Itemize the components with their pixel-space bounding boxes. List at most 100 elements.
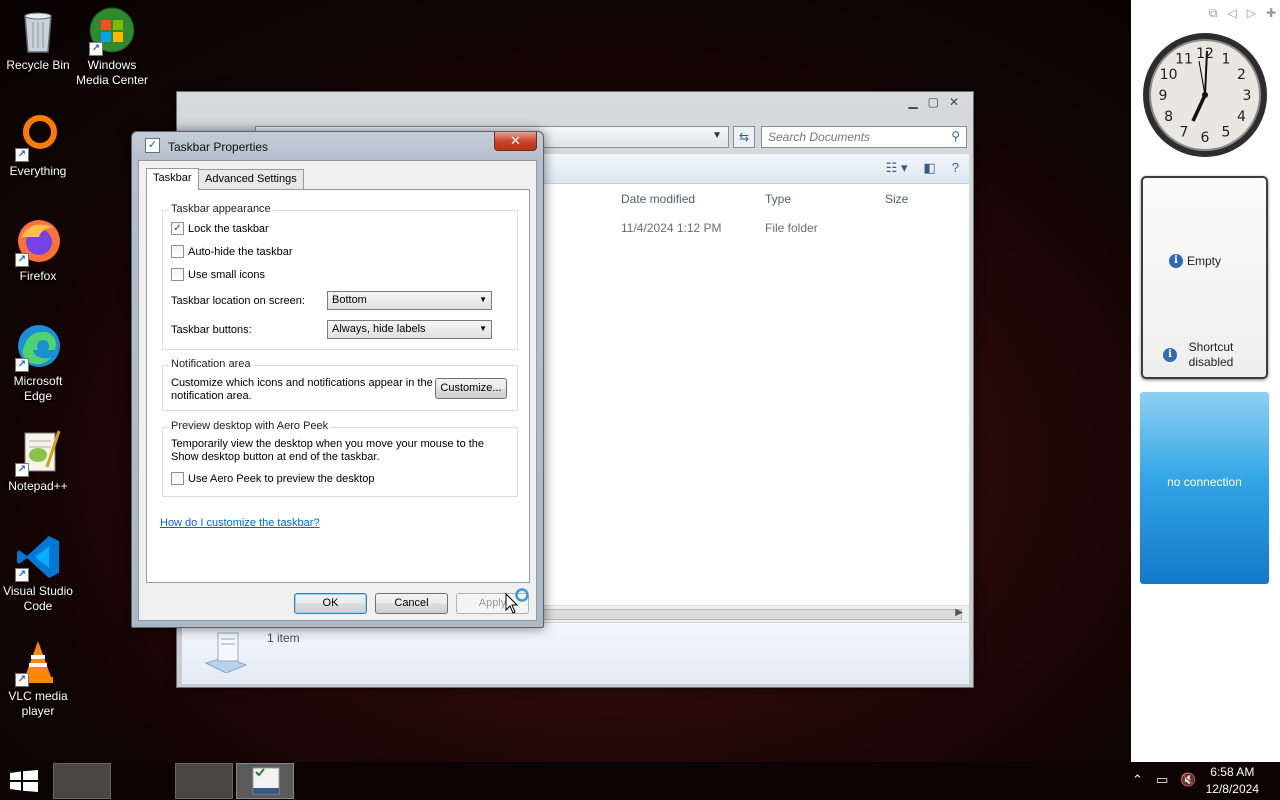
chevron-down-icon[interactable]: ▼ xyxy=(712,130,722,141)
desktop-icon-recycle-bin[interactable]: Recycle Bin xyxy=(0,6,76,73)
column-header-type[interactable]: Type xyxy=(765,192,791,206)
clock-numeral: 2 xyxy=(1237,67,1246,83)
clock-area[interactable]: 6:58 AM 12/8/2024 xyxy=(1206,764,1259,798)
gadgets-sidebar: ⧉ ◁ ▷ ✚ 12 1 2 3 4 5 6 7 8 9 10 11 i Empty i Shortc… xyxy=(1131,0,1280,762)
vscode-icon: ↗ xyxy=(13,532,63,582)
documents-library-icon xyxy=(202,629,248,674)
tab-taskbar[interactable]: Taskbar xyxy=(146,168,199,190)
search-icon[interactable]: ⚲ xyxy=(951,129,960,143)
group-legend: Notification area xyxy=(169,358,253,370)
desktop-icon-label: Everything xyxy=(9,164,67,178)
tab-advanced-settings[interactable]: Advanced Settings xyxy=(198,169,304,189)
close-icon[interactable]: ✕ xyxy=(949,95,959,109)
taskbar-button-2[interactable] xyxy=(175,763,233,799)
chevron-down-icon: ▼ xyxy=(479,295,487,304)
select-value: Bottom xyxy=(332,294,367,306)
search-input[interactable]: Search Documents ⚲ xyxy=(761,126,967,148)
next-gadget-icon[interactable]: ▷ xyxy=(1247,6,1256,21)
start-button[interactable] xyxy=(10,770,38,792)
shortcut-arrow-icon: ↗ xyxy=(89,42,103,56)
tray-time: 6:58 AM xyxy=(1210,765,1255,779)
clock-face-icon: 12 12 3 45678 9 1011 xyxy=(1143,33,1267,157)
checkbox-label: Lock the taskbar xyxy=(188,222,269,235)
checkbox-unchecked-icon[interactable] xyxy=(171,472,184,485)
scroll-right-icon[interactable]: ▶ xyxy=(955,607,963,618)
taskbar-properties-icon: ✓ xyxy=(145,138,160,153)
preview-pane-icon[interactable]: ◧ xyxy=(923,160,935,176)
shortcut-message: i Shortcut disabled xyxy=(1163,340,1241,370)
taskbar-appearance-group: Taskbar appearance ✓ Lock the taskbar Au… xyxy=(162,203,518,350)
shortcut-arrow-icon: ↗ xyxy=(15,358,29,372)
aero-peek-checkbox[interactable]: Use Aero Peek to preview the desktop xyxy=(171,472,375,485)
checkbox-label: Use Aero Peek to preview the desktop xyxy=(188,472,375,485)
desktop-icon-windows-media-center[interactable]: ↗ Windows Media Center xyxy=(74,6,150,88)
clock-numeral: 11 xyxy=(1175,52,1193,68)
column-header-size[interactable]: Size xyxy=(885,192,908,206)
clock-gadget[interactable]: 12 1 2 3 4 5 6 7 8 9 10 11 xyxy=(1141,31,1269,159)
clock-numeral: 7 xyxy=(1180,124,1189,140)
checkbox-unchecked-icon[interactable] xyxy=(171,268,184,281)
refresh-icon[interactable]: ⇆ xyxy=(733,126,755,148)
explorer-caption-buttons: ▁ ▢ ✕ xyxy=(908,95,959,109)
notepadpp-icon: ↗ xyxy=(13,427,63,477)
scrollbar-thumb[interactable] xyxy=(542,609,962,620)
cell-type[interactable]: File folder xyxy=(765,221,818,235)
recycle-bin-icon xyxy=(13,6,63,56)
maximize-icon[interactable]: ▢ xyxy=(928,95,939,109)
volume-muted-icon[interactable]: 🔇 xyxy=(1180,772,1196,788)
gadget-controls: ⧉ ◁ ▷ ✚ xyxy=(1209,6,1276,21)
checkbox-checked-icon[interactable]: ✓ xyxy=(171,222,184,235)
checkbox-unchecked-icon[interactable] xyxy=(171,245,184,258)
taskbar-button-properties[interactable] xyxy=(236,763,294,799)
column-header-date-modified[interactable]: Date modified xyxy=(621,192,695,206)
taskbar-properties-dialog[interactable]: ✓ Taskbar Properties ✕ Taskbar Advanced … xyxy=(131,131,544,628)
cancel-button[interactable]: Cancel xyxy=(375,593,448,614)
small-icons-checkbox[interactable]: Use small icons xyxy=(171,268,265,281)
cell-date-modified[interactable]: 11/4/2024 1:12 PM xyxy=(621,221,722,235)
chevron-up-icon[interactable]: ⌃ xyxy=(1132,772,1143,788)
weather-gadget[interactable]: no connection xyxy=(1140,392,1269,584)
ok-button[interactable]: OK xyxy=(294,593,367,614)
taskbar-button-1[interactable] xyxy=(53,763,111,799)
auto-hide-checkbox[interactable]: Auto-hide the taskbar xyxy=(171,245,293,258)
desktop-icon-microsoft-edge[interactable]: ↗ Microsoft Edge xyxy=(0,322,76,404)
shortcut-arrow-icon: ↗ xyxy=(15,568,29,582)
empty-text: Empty xyxy=(1187,254,1222,268)
clock-numeral: 5 xyxy=(1222,124,1231,140)
network-icon[interactable]: ▭ xyxy=(1156,772,1168,788)
slideshow-gadget[interactable]: i Empty i Shortcut disabled xyxy=(1141,176,1268,379)
minimize-icon[interactable]: ▁ xyxy=(908,95,917,109)
desktop-icon-label: Recycle Bin xyxy=(6,58,70,72)
clock-numeral: 1 xyxy=(1222,52,1231,68)
desktop-icon-firefox[interactable]: ↗ Firefox xyxy=(0,217,76,284)
desktop-icon-vscode[interactable]: ↗ Visual Studio Code xyxy=(0,532,76,614)
chevron-down-icon: ▼ xyxy=(479,324,487,333)
clock-numeral: 8 xyxy=(1164,109,1173,125)
notification-description: Customize which icons and notifications … xyxy=(171,377,433,402)
taskbar-location-select[interactable]: Bottom ▼ xyxy=(327,291,492,310)
desktop-icon-everything[interactable]: ↗ Everything xyxy=(0,112,76,179)
add-gadget-icon[interactable]: ✚ xyxy=(1266,6,1276,21)
info-icon: i xyxy=(1163,348,1177,362)
clock-numeral: 6 xyxy=(1201,130,1210,146)
previous-gadget-icon[interactable]: ◁ xyxy=(1227,6,1236,21)
desktop-icon-label: Visual Studio Code xyxy=(3,584,73,613)
desktop-icon-label: VLC media player xyxy=(8,689,68,718)
busy-cursor-icon xyxy=(505,588,531,616)
gadget-gallery-icon[interactable]: ⧉ xyxy=(1209,6,1218,21)
taskbar-buttons-select[interactable]: Always, hide labels ▼ xyxy=(327,320,492,339)
select-value: Always, hide labels xyxy=(332,323,426,335)
help-link[interactable]: How do I customize the taskbar? xyxy=(160,517,320,529)
desktop-icon-notepadpp[interactable]: ↗ Notepad++ xyxy=(0,427,76,494)
close-button[interactable]: ✕ xyxy=(494,132,537,151)
checkbox-label: Auto-hide the taskbar xyxy=(188,245,293,258)
help-icon[interactable]: ? xyxy=(952,160,959,176)
group-legend: Preview desktop with Aero Peek xyxy=(169,420,331,432)
lock-taskbar-checkbox[interactable]: ✓ Lock the taskbar xyxy=(171,222,269,235)
search-placeholder: Search Documents xyxy=(768,130,871,144)
desktop-icon-vlc[interactable]: ↗ VLC media player xyxy=(0,637,76,719)
aero-peek-description: Temporarily view the desktop when you mo… xyxy=(171,438,485,463)
customize-button[interactable]: Customize... xyxy=(435,378,507,399)
view-options-icon[interactable]: ☷ ▾ xyxy=(886,160,908,176)
details-pane: 1 item xyxy=(182,622,969,684)
